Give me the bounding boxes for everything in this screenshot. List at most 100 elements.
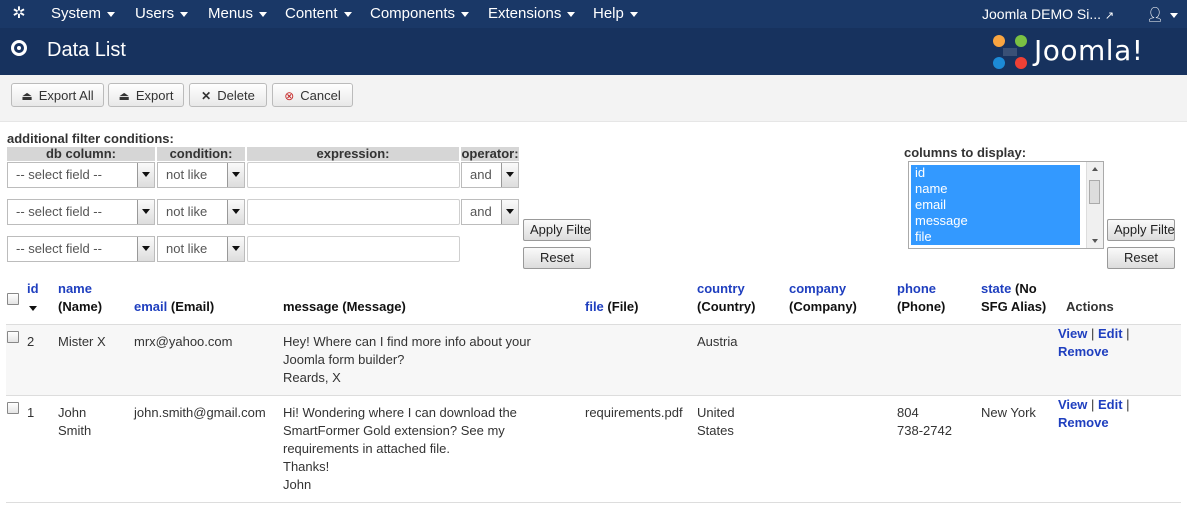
apply-filter-button[interactable]: Apply Filter: [523, 219, 591, 241]
page-header: Data List Joomla!: [0, 28, 1187, 75]
row-checkbox[interactable]: [7, 331, 19, 343]
cancel-button[interactable]: ⊗ Cancel: [272, 83, 353, 107]
sort-link-file[interactable]: file: [585, 299, 604, 314]
user-menu[interactable]: 👤︎: [1146, 0, 1178, 28]
cell-file[interactable]: requirements.pdf: [585, 404, 683, 422]
export-all-button[interactable]: ⏏ Export All: [11, 83, 104, 107]
sort-link-id[interactable]: id: [27, 281, 39, 296]
edit-link[interactable]: Edit: [1098, 326, 1123, 341]
filter-field-select[interactable]: -- select field --: [7, 199, 155, 225]
menu-content[interactable]: Content: [285, 0, 352, 28]
caret-down-icon: [629, 11, 638, 17]
filter-field-select[interactable]: -- select field --: [7, 236, 155, 262]
cell-actions: View | Edit | Remove: [1058, 325, 1130, 361]
cell-id: 2: [27, 334, 35, 349]
cell-name: John Smith: [58, 404, 91, 440]
button-label: Cancel: [300, 88, 341, 103]
menu-extensions[interactable]: Extensions: [488, 0, 576, 28]
filter-condition-select[interactable]: not like: [157, 236, 245, 262]
sort-link-name[interactable]: name: [58, 281, 92, 296]
filter-expression-input[interactable]: [247, 162, 460, 188]
header-email: email (Email): [134, 298, 214, 316]
toolbar: ⏏ Export All ⏏ Export ✕ Delete ⊗ Cancel: [0, 75, 1187, 122]
menu-label: Help: [593, 5, 624, 22]
header-sub: (Email): [170, 299, 215, 314]
filter-expression-input[interactable]: [247, 236, 460, 262]
filter-field-select[interactable]: -- select field --: [7, 162, 155, 188]
remove-link[interactable]: Remove: [1058, 415, 1109, 430]
scroll-down-icon[interactable]: [1092, 239, 1098, 243]
top-navbar: ✲ System Users Menus Content Components …: [0, 0, 1187, 28]
sort-link-country[interactable]: country: [697, 281, 745, 296]
dropdown-arrow-icon: [227, 237, 244, 261]
filter-condition-select[interactable]: not like: [157, 199, 245, 225]
header-sub: (Name): [58, 299, 103, 314]
header-sub: SFG Alias): [981, 299, 1047, 314]
scroll-thumb[interactable]: [1089, 180, 1100, 204]
delete-button[interactable]: ✕ Delete: [189, 83, 267, 107]
site-link[interactable]: Joomla DEMO Si... ↗: [982, 0, 1114, 30]
filter-expression-input[interactable]: [247, 199, 460, 225]
caret-down-icon: [180, 11, 189, 17]
message-line: Thanks!: [283, 459, 330, 474]
user-icon: 👤︎: [1146, 6, 1164, 22]
select-all-checkbox[interactable]: [7, 293, 19, 305]
caret-down-icon: [343, 11, 352, 17]
separator: |: [1122, 397, 1130, 412]
column-option[interactable]: email: [911, 197, 1080, 213]
reset-columns-button[interactable]: Reset: [1107, 247, 1175, 269]
filter-header-condition: condition:: [157, 147, 245, 161]
button-label: Delete: [217, 88, 255, 103]
select-value: -- select field --: [16, 241, 102, 256]
header-sub: (Country): [697, 299, 756, 314]
reset-filter-button[interactable]: Reset: [523, 247, 591, 269]
message-line: Hi! Wondering where I can download the: [283, 405, 517, 420]
select-value: -- select field --: [16, 204, 102, 219]
menu-menus[interactable]: Menus: [208, 0, 268, 28]
export-button[interactable]: ⏏ Export: [108, 83, 184, 107]
message-line: Joomla form builder?: [283, 352, 405, 367]
scroll-up-icon[interactable]: [1092, 167, 1098, 171]
filter-operator-select[interactable]: and: [461, 199, 519, 225]
columns-multiselect[interactable]: id name email message file: [908, 161, 1104, 249]
column-option[interactable]: file: [911, 229, 1080, 245]
select-value: and: [470, 167, 492, 182]
menu-help[interactable]: Help: [593, 0, 638, 28]
header-id[interactable]: id: [27, 280, 39, 316]
menu-components[interactable]: Components: [370, 0, 470, 28]
sort-link-phone[interactable]: phone: [897, 281, 936, 296]
filter-title: additional filter conditions:: [7, 131, 174, 146]
phone-line: 738-2742: [897, 423, 952, 438]
button-label: Export All: [38, 88, 94, 103]
scrollbar[interactable]: [1086, 162, 1103, 248]
edit-link[interactable]: Edit: [1098, 397, 1123, 412]
header-sub: (Company): [789, 299, 857, 314]
sort-link-state[interactable]: state: [981, 281, 1011, 296]
remove-link[interactable]: Remove: [1058, 344, 1109, 359]
message-line: SmartFormer Gold extension? See my: [283, 423, 505, 438]
menu-system[interactable]: System: [51, 0, 116, 28]
header-phone: phone (Phone): [897, 280, 945, 316]
header-state: state (No SFG Alias): [981, 280, 1046, 316]
header-actions: Actions: [1066, 299, 1114, 314]
column-option[interactable]: name: [911, 181, 1080, 197]
view-link[interactable]: View: [1058, 326, 1087, 341]
column-option[interactable]: id: [911, 165, 1080, 181]
sort-link-company[interactable]: company: [789, 281, 846, 296]
filter-header-db-column: db column:: [7, 147, 155, 161]
sort-link-email[interactable]: email: [134, 299, 167, 314]
filter-condition-select[interactable]: not like: [157, 162, 245, 188]
separator: |: [1087, 326, 1098, 341]
joomla-icon[interactable]: ✲: [10, 5, 28, 23]
column-option[interactable]: message: [911, 213, 1080, 229]
menu-users[interactable]: Users: [135, 0, 189, 28]
cell-email: mrx@yahoo.com: [134, 334, 233, 349]
divider: [6, 395, 1181, 396]
filter-operator-select[interactable]: and: [461, 162, 519, 188]
header-sub: (Phone): [897, 299, 946, 314]
select-value: -- select field --: [16, 167, 102, 182]
row-checkbox[interactable]: [7, 402, 19, 414]
view-link[interactable]: View: [1058, 397, 1087, 412]
apply-columns-button[interactable]: Apply Filter: [1107, 219, 1175, 241]
divider: [6, 502, 1181, 503]
